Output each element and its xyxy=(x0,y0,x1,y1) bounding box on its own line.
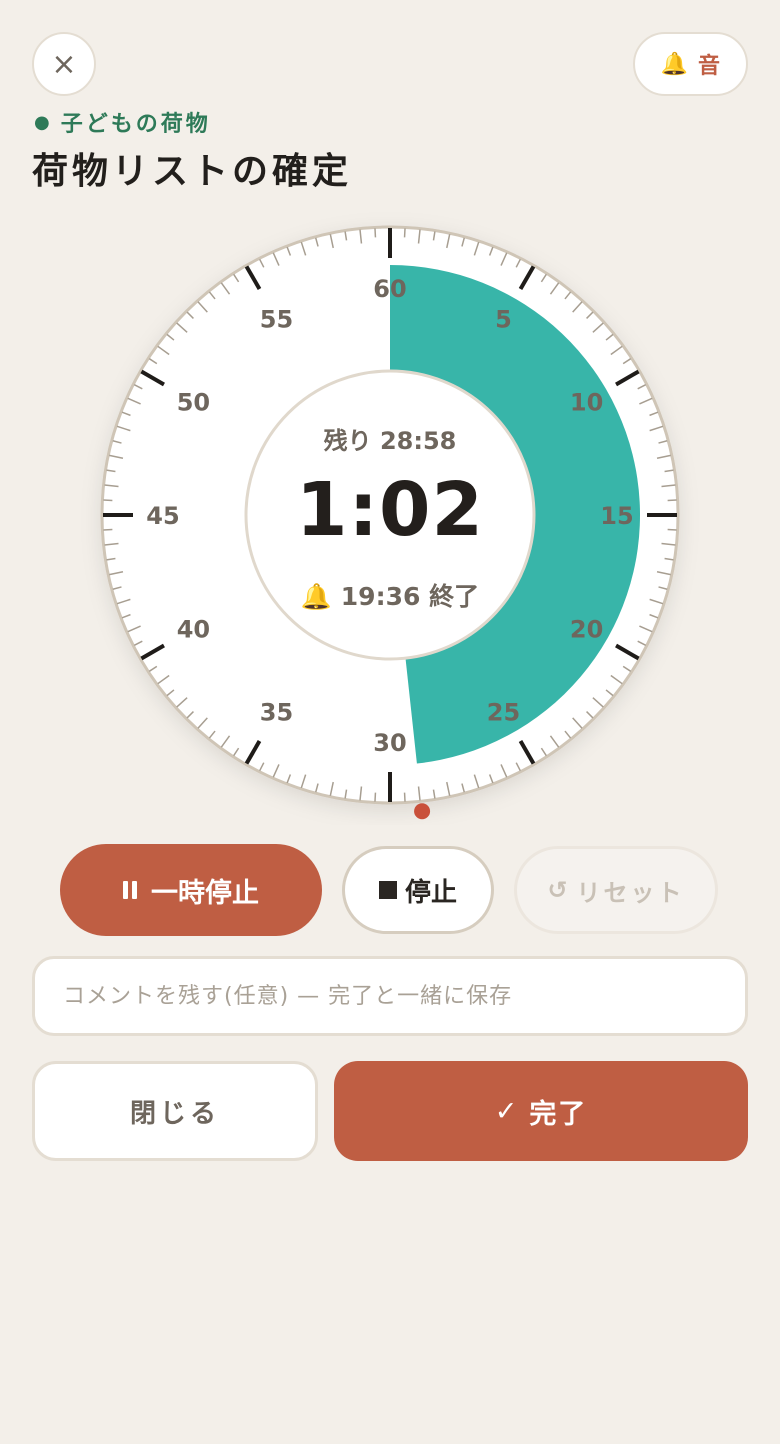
dial-label: 25 xyxy=(487,699,520,727)
dial-label: 60 xyxy=(373,275,406,303)
pause-icon xyxy=(123,881,137,899)
done-button[interactable]: ✓ 完了 xyxy=(334,1061,748,1161)
check-icon: ✓ xyxy=(494,1095,520,1127)
pause-button[interactable]: 一時停止 xyxy=(60,844,322,936)
timer-dial[interactable]: 60 5 10 15 20 25 30 35 40 45 50 55 残り 28:58 1:02 🔔 … xyxy=(80,205,700,825)
dial-label: 35 xyxy=(260,699,293,727)
page-title: 荷物リストの確定 xyxy=(32,151,353,192)
pause-label: 一時停止 xyxy=(151,877,259,909)
end-time-label: 19:36 終了 xyxy=(340,582,480,611)
stop-button[interactable]: 停止 xyxy=(342,846,494,934)
end-time: 🔔 19:36 終了 xyxy=(80,577,700,613)
stop-icon xyxy=(378,881,397,899)
progress-marker xyxy=(414,803,431,820)
close-dialog-label: 閉じる xyxy=(129,1098,220,1129)
close-icon: × xyxy=(51,46,77,82)
reset-button[interactable]: ↺ リセット xyxy=(514,846,718,934)
close-dialog-button[interactable]: 閉じる xyxy=(32,1061,318,1161)
bell-icon: 🔔 xyxy=(300,582,333,611)
timer-controls: 一時停止 停止 ↺ リセット xyxy=(60,844,720,936)
dial-label: 5 xyxy=(495,305,512,333)
done-label: 完了 xyxy=(529,1098,588,1130)
category-dot-icon: ● xyxy=(34,111,53,133)
dial-label: 30 xyxy=(373,729,406,757)
comment-input[interactable] xyxy=(32,956,748,1036)
bell-icon: 🔔 xyxy=(660,51,688,77)
remaining-time: 残り 28:58 xyxy=(323,427,457,455)
elapsed-time: 1:02 xyxy=(295,467,485,553)
category-label: 子どもの荷物 xyxy=(60,112,211,137)
task-category: ● 子どもの荷物 xyxy=(34,106,211,138)
stop-label: 停止 xyxy=(404,877,457,908)
reset-icon: ↺ xyxy=(547,876,571,904)
sound-toggle-button[interactable]: 🔔 音 xyxy=(632,32,748,96)
close-button[interactable]: × xyxy=(32,32,96,96)
sound-label: 音 xyxy=(697,54,720,79)
dial-label: 20 xyxy=(570,616,603,644)
dial-label: 55 xyxy=(260,305,293,333)
reset-label: リセット xyxy=(576,878,685,907)
dial-label: 50 xyxy=(177,389,210,417)
dial-label: 40 xyxy=(177,616,210,644)
dial-label: 10 xyxy=(570,389,603,417)
